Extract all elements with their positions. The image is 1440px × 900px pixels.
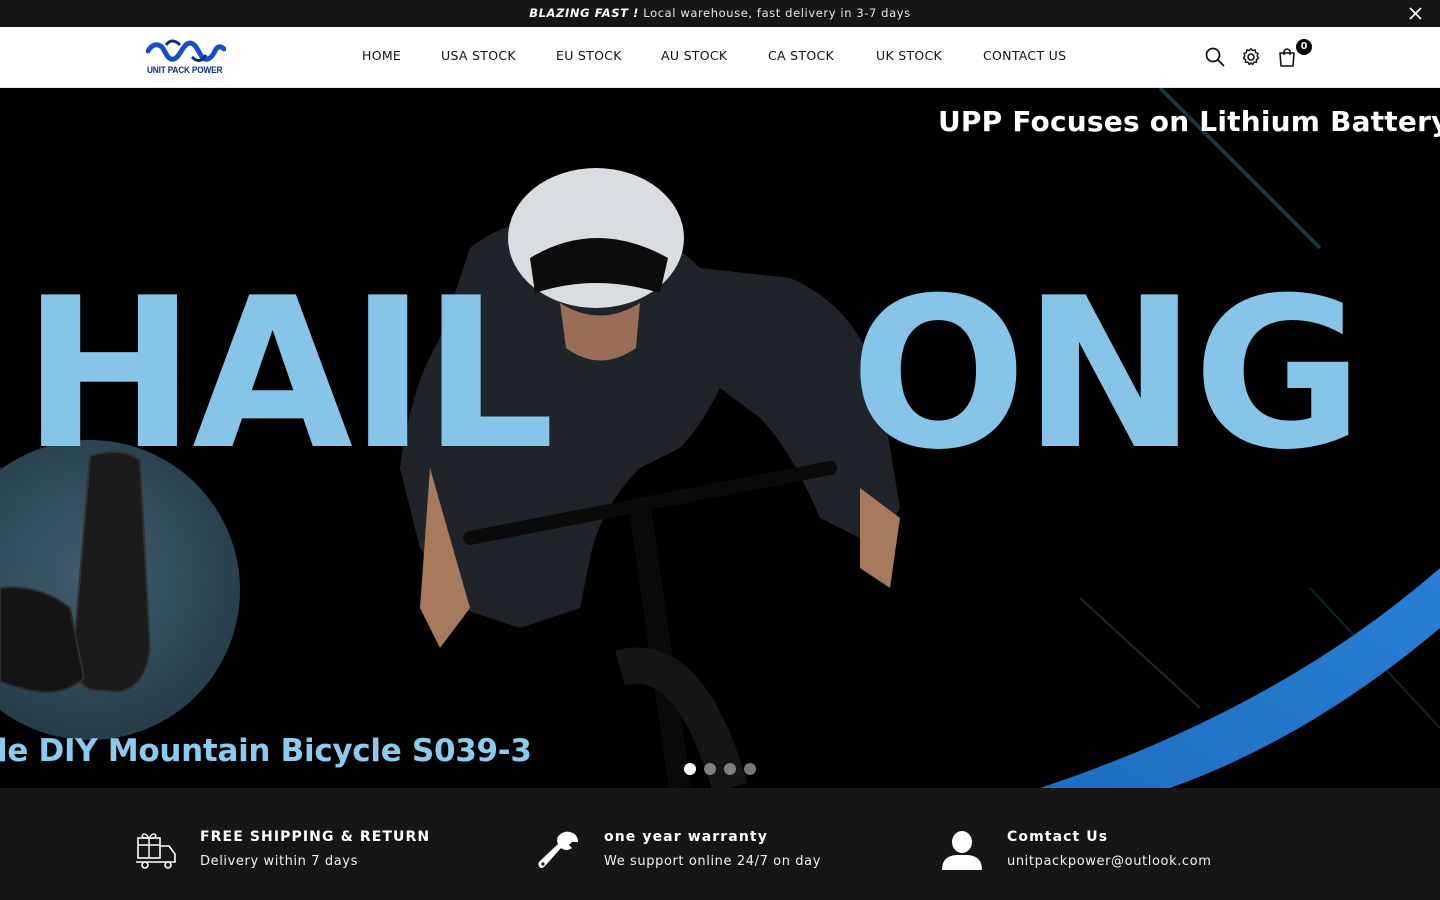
nav-contact-us[interactable]: CONTACT US	[983, 48, 1066, 63]
features-bar: FREE SHIPPING & RETURN Delivery within 7…	[0, 788, 1440, 900]
wrench-icon	[538, 831, 578, 868]
hero-big-text-left: HAIL	[22, 254, 555, 496]
hero-big-text-right: ONG	[850, 254, 1364, 496]
cart-count-badge: 0	[1296, 39, 1312, 55]
hero-product-caption: le DIY Mountain Bicycle S039-3	[0, 733, 532, 769]
slider-dot-3[interactable]	[724, 763, 736, 775]
gift-truck-icon	[136, 833, 176, 869]
hero-slider[interactable]: HAIL ONG UPP Focuses on Lithium Battery …	[0, 88, 1440, 788]
feature-shipping-title: FREE SHIPPING & RETURN	[200, 829, 431, 845]
announcement-bar: BLAZING FAST ! Local warehouse, fast del…	[0, 0, 1440, 27]
feature-contact-email[interactable]: unitpackpower@outlook.com	[1007, 854, 1212, 869]
gear-icon[interactable]	[1240, 46, 1262, 68]
nav-uk-stock[interactable]: UK STOCK	[876, 48, 942, 63]
hero-headline: UPP Focuses on Lithium Battery Fie	[938, 105, 1440, 138]
shopping-bag-icon[interactable]	[1276, 46, 1298, 68]
slider-dot-1[interactable]	[684, 763, 696, 775]
feature-shipping-subtitle: Delivery within 7 days	[200, 854, 358, 869]
slider-dot-4[interactable]	[744, 763, 756, 775]
search-icon[interactable]	[1204, 46, 1226, 68]
announcement-text: BLAZING FAST ! Local warehouse, fast del…	[0, 6, 1440, 20]
nav-ca-stock[interactable]: CA STOCK	[768, 48, 834, 63]
feature-contact-title: Comtact Us	[1007, 829, 1109, 845]
nav-au-stock[interactable]: AU STOCK	[661, 48, 727, 63]
nav-home[interactable]: HOME	[362, 48, 401, 63]
nav-eu-stock[interactable]: EU STOCK	[556, 48, 622, 63]
feature-warranty-title: one year warranty	[604, 829, 768, 845]
feature-warranty-subtitle: We support online 24/7 on day	[604, 854, 822, 869]
close-icon[interactable]	[1409, 7, 1422, 20]
site-header: UNIT PACK POWER HOME USA STOCK EU STOCK …	[0, 27, 1440, 88]
announcement-message: Local warehouse, fast delivery in 3-7 da…	[643, 6, 911, 20]
slider-dot-2[interactable]	[704, 763, 716, 775]
announcement-highlight: BLAZING FAST !	[529, 6, 639, 20]
nav-usa-stock[interactable]: USA STOCK	[441, 48, 516, 63]
user-icon	[942, 831, 982, 870]
